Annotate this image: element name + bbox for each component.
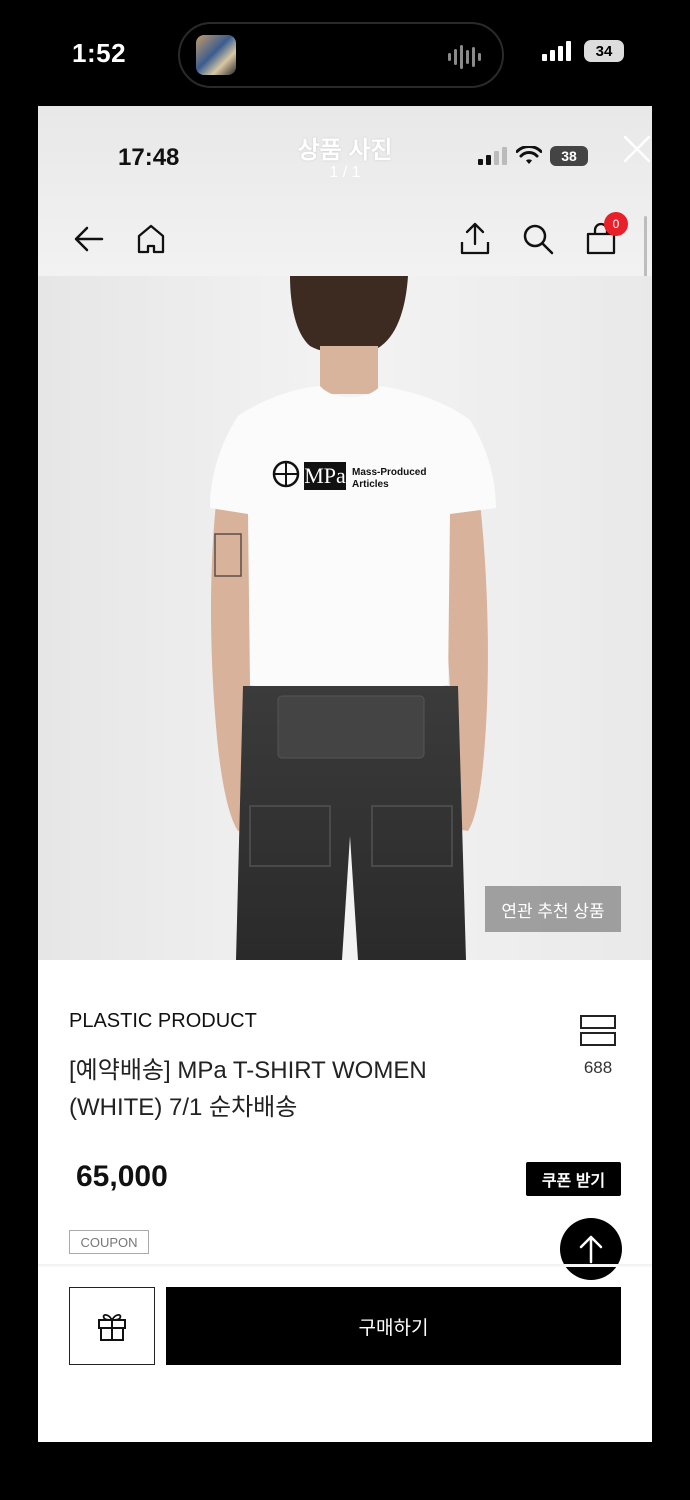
- product-photo[interactable]: MPa Mass-Produced Articles: [38, 276, 652, 960]
- scroll-top-button[interactable]: [560, 1218, 622, 1280]
- like-count: 688: [583, 1058, 613, 1077]
- close-icon[interactable]: [622, 134, 652, 164]
- battery-indicator: 34: [584, 40, 624, 62]
- shirt-text-line2: Articles: [352, 479, 389, 490]
- shirt-text-line1: Mass-Produced: [352, 467, 426, 478]
- back-arrow-icon[interactable]: [72, 222, 106, 256]
- product-info: PLASTIC PRODUCT [예약배송] MPa T-SHIRT WOMEN…: [38, 964, 652, 1442]
- gift-button[interactable]: [69, 1287, 155, 1365]
- inner-status-icons: 38: [478, 146, 588, 166]
- search-icon[interactable]: [521, 222, 555, 256]
- product-name: [예약배송] MPa T-SHIRT WOMEN (WHITE) 7/1 순차배…: [69, 1057, 427, 1121]
- gift-icon: [98, 1313, 126, 1341]
- cart-badge: 0: [604, 212, 628, 236]
- brand-name[interactable]: PLASTIC PRODUCT: [69, 1010, 257, 1033]
- share-icon[interactable]: [458, 222, 492, 256]
- audio-wave-icon: [448, 45, 481, 69]
- get-coupon-button[interactable]: 쿠폰 받기: [526, 1162, 621, 1196]
- now-playing-artwork: [196, 35, 236, 75]
- buy-button[interactable]: 구매하기: [166, 1287, 621, 1365]
- model-illustration: MPa Mass-Produced Articles: [38, 276, 652, 960]
- os-status-bar: 1:52 34: [0, 0, 690, 106]
- price: 65,000: [76, 1160, 168, 1193]
- photo-viewer: 17:48 상품 사진 1 / 1 38 0 MPa Mass-Produced…: [38, 106, 652, 1442]
- inner-battery-indicator: 38: [550, 146, 588, 166]
- home-icon[interactable]: [134, 222, 168, 256]
- os-clock: 1:52: [72, 38, 127, 68]
- like-icon[interactable]: [579, 1014, 617, 1048]
- dynamic-island[interactable]: [178, 22, 504, 88]
- signal-icon: [542, 41, 571, 61]
- wifi-icon: [516, 146, 542, 164]
- inner-signal-icon: [478, 147, 507, 165]
- divider: [38, 1264, 652, 1267]
- coupon-tag: COUPON: [69, 1230, 149, 1254]
- viewer-counter: 1 / 1: [329, 164, 361, 181]
- arrow-up-icon: [579, 1235, 603, 1264]
- shirt-logo: MPa: [304, 463, 346, 488]
- os-status-icons: 34: [542, 40, 624, 62]
- related-products-button[interactable]: 연관 추천 상품: [485, 886, 621, 932]
